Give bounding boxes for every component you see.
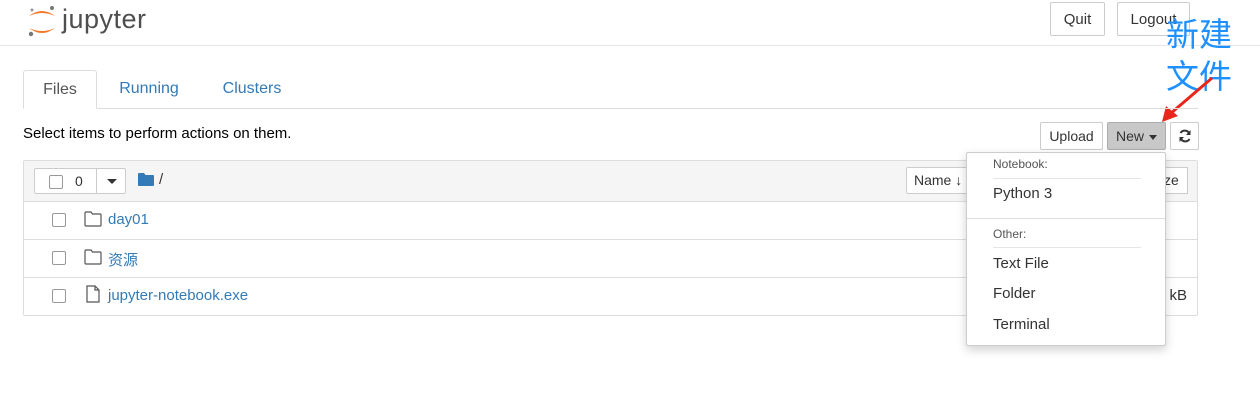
refresh-icon [1179, 129, 1190, 143]
folder-icon[interactable] [138, 173, 154, 186]
sort-by-size-button[interactable]: ze [1164, 167, 1188, 194]
other-section-header: Other: [993, 227, 1027, 241]
select-all-group[interactable]: 0 [34, 168, 126, 194]
instructions-text: Select items to perform actions on them. [23, 125, 292, 142]
item-checkbox[interactable] [52, 289, 66, 303]
menu-item-terminal[interactable]: Terminal [993, 316, 1050, 333]
item-checkbox[interactable] [52, 213, 66, 227]
tab-files[interactable]: Files [23, 70, 97, 109]
jupyter-logo-icon [28, 6, 55, 37]
item-name-link[interactable]: 资源 [108, 249, 138, 270]
annotation-line-1: 新建 [1166, 15, 1232, 54]
tab-running[interactable]: Running [107, 70, 191, 108]
selected-count: 0 [75, 173, 83, 189]
item-checkbox[interactable] [52, 251, 66, 265]
item-size: kB [1169, 287, 1187, 304]
jupyter-logo[interactable]: jupyter [26, 4, 166, 40]
folder-icon [84, 249, 102, 265]
select-menu-toggle[interactable] [96, 169, 127, 193]
menu-separator [993, 247, 1141, 248]
new-dropdown-menu: Notebook: Python 3 Other: Text File Fold… [966, 152, 1166, 346]
item-name-link[interactable]: jupyter-notebook.exe [108, 287, 248, 304]
app-name: jupyter [62, 4, 147, 34]
select-all-checkbox[interactable] [49, 175, 63, 189]
sort-name-label: Name [914, 172, 952, 188]
menu-item-python3[interactable]: Python 3 [993, 185, 1052, 202]
new-button-label: New [1115, 128, 1144, 144]
file-icon [86, 285, 100, 303]
header-bar: jupyter Quit Logout [0, 0, 1260, 46]
menu-divider [967, 218, 1165, 219]
new-button[interactable]: New [1107, 122, 1166, 150]
chevron-down-icon [107, 179, 117, 184]
item-name-link[interactable]: day01 [108, 211, 149, 228]
menu-item-folder[interactable]: Folder [993, 285, 1036, 302]
menu-separator [993, 178, 1141, 179]
chevron-down-icon [1149, 134, 1157, 140]
breadcrumb-path[interactable]: / [159, 171, 163, 188]
quit-button[interactable]: Quit [1050, 2, 1105, 36]
upload-button[interactable]: Upload [1040, 122, 1103, 150]
arrow-down-icon: ↓ [955, 172, 963, 188]
tab-bar: Files Running Clusters [23, 70, 1198, 109]
tab-clusters[interactable]: Clusters [208, 70, 296, 108]
refresh-button[interactable] [1170, 122, 1199, 150]
menu-item-text-file[interactable]: Text File [993, 255, 1049, 272]
notebook-section-header: Notebook: [993, 157, 1048, 171]
folder-icon [84, 211, 102, 227]
